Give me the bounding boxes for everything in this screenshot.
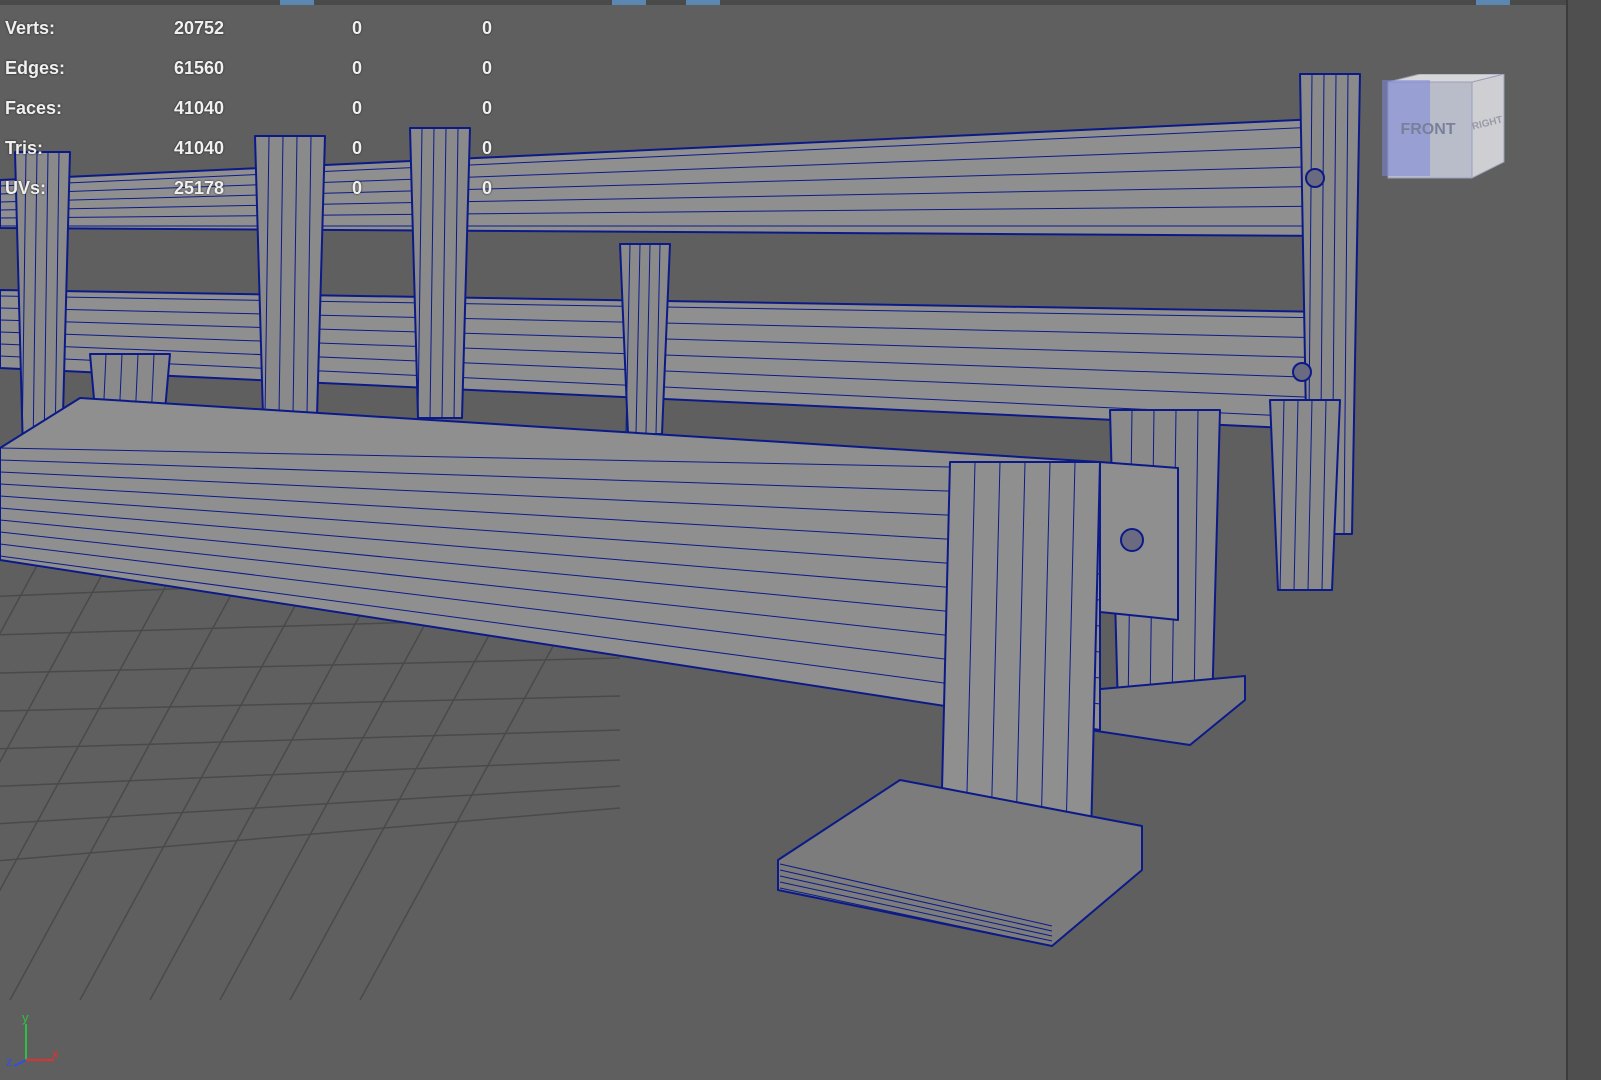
hud-row-edges: Edges: 61560 0 0	[5, 48, 505, 88]
hud-label: Edges:	[5, 58, 66, 78]
grid-line	[0, 657, 621, 674]
grid-line	[0, 759, 621, 788]
hud-row-tris: Tris: 41040 0 0	[5, 128, 505, 168]
grid-line	[0, 785, 621, 825]
hud-label: UVs:	[5, 178, 47, 198]
hud-value-total: 20752	[174, 18, 225, 38]
hud-row-uvs: UVs: 25178 0 0	[5, 168, 505, 208]
hud-label: Faces:	[5, 98, 63, 118]
viewport-right-edge	[1566, 0, 1601, 1080]
y-axis-label: y	[22, 1012, 29, 1025]
view-cube-front-label: FRONT	[1400, 121, 1455, 138]
hud-row-verts: Verts: 20752 0 0	[5, 8, 505, 48]
poly-count-hud: Verts: 20752 0 0 Edges: 61560 0 0 Faces:…	[5, 8, 505, 208]
hud-value-total: 41040	[174, 98, 225, 118]
view-cube[interactable]: FRONT RIGHT	[1380, 74, 1508, 186]
grid-line	[79, 559, 321, 1001]
hud-label: Tris:	[5, 138, 44, 158]
grid-line	[0, 559, 111, 764]
hud-value-total: 41040	[174, 138, 225, 158]
grid-line	[9, 559, 251, 1001]
hud-value-other: 0	[482, 58, 493, 78]
z-axis-line	[13, 1059, 27, 1067]
hud-value-total: 61560	[174, 58, 225, 78]
hud-label: Verts:	[5, 18, 56, 38]
hud-value-selected: 0	[352, 58, 363, 78]
axis-gizmo: y x z	[6, 1012, 59, 1068]
rail-bolt	[1292, 362, 1312, 382]
hud-value-total: 25178	[174, 178, 225, 198]
x-axis-label: x	[52, 1046, 59, 1061]
hud-value-other: 0	[482, 98, 493, 118]
hud-value-other: 0	[482, 138, 493, 158]
hud-value-selected: 0	[352, 178, 363, 198]
grid-line	[0, 559, 41, 635]
hud-row-faces: Faces: 41040 0 0	[5, 88, 505, 128]
hud-value-other: 0	[482, 178, 493, 198]
rail-bolt	[1120, 528, 1144, 552]
rail-bolt	[1305, 168, 1325, 188]
z-axis-label: z	[6, 1054, 13, 1068]
hud-value-selected: 0	[352, 138, 363, 158]
hud-value-selected: 0	[352, 98, 363, 118]
hud-value-selected: 0	[352, 18, 363, 38]
grid-line	[0, 695, 621, 712]
post-base-plate	[1089, 675, 1246, 746]
grid-line	[0, 729, 621, 750]
hud-value-other: 0	[482, 18, 493, 38]
3d-viewport[interactable]: Verts: 20752 0 0 Edges: 61560 0 0 Faces:…	[0, 0, 1566, 1080]
